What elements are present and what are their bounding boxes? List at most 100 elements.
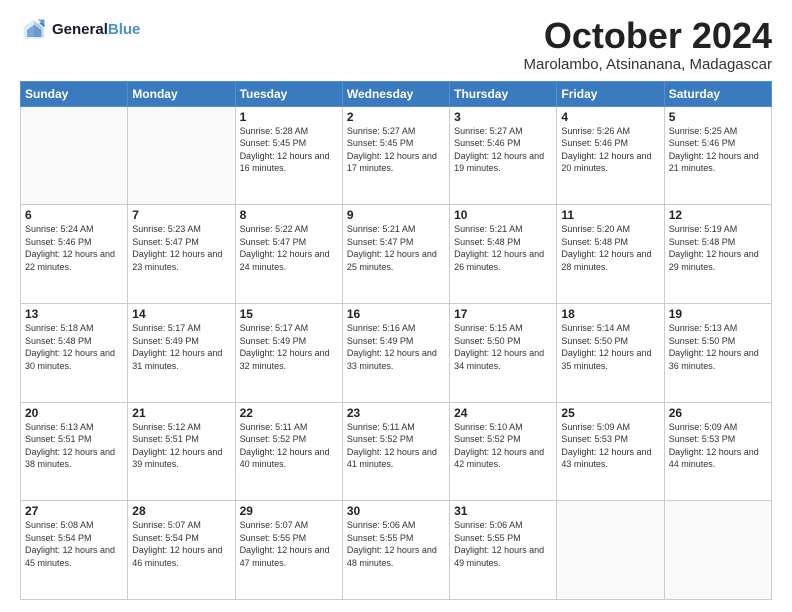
col-sunday: Sunday bbox=[21, 81, 128, 106]
day-number: 4 bbox=[561, 110, 659, 124]
table-row: 25Sunrise: 5:09 AMSunset: 5:53 PMDayligh… bbox=[557, 402, 664, 501]
day-number: 23 bbox=[347, 406, 445, 420]
day-info: Sunrise: 5:19 AMSunset: 5:48 PMDaylight:… bbox=[669, 223, 767, 273]
day-info: Sunrise: 5:08 AMSunset: 5:54 PMDaylight:… bbox=[25, 519, 123, 569]
day-number: 22 bbox=[240, 406, 338, 420]
day-info: Sunrise: 5:18 AMSunset: 5:48 PMDaylight:… bbox=[25, 322, 123, 372]
table-row bbox=[128, 106, 235, 205]
table-row: 11Sunrise: 5:20 AMSunset: 5:48 PMDayligh… bbox=[557, 205, 664, 304]
day-number: 21 bbox=[132, 406, 230, 420]
col-friday: Friday bbox=[557, 81, 664, 106]
table-row: 13Sunrise: 5:18 AMSunset: 5:48 PMDayligh… bbox=[21, 303, 128, 402]
day-number: 27 bbox=[25, 504, 123, 518]
table-row bbox=[664, 501, 771, 600]
table-row: 6Sunrise: 5:24 AMSunset: 5:46 PMDaylight… bbox=[21, 205, 128, 304]
day-info: Sunrise: 5:13 AMSunset: 5:51 PMDaylight:… bbox=[25, 421, 123, 471]
col-thursday: Thursday bbox=[450, 81, 557, 106]
location-title: Marolambo, Atsinanana, Madagascar bbox=[524, 56, 772, 73]
table-row: 22Sunrise: 5:11 AMSunset: 5:52 PMDayligh… bbox=[235, 402, 342, 501]
logo: GeneralBlue bbox=[20, 16, 140, 44]
day-info: Sunrise: 5:13 AMSunset: 5:50 PMDaylight:… bbox=[669, 322, 767, 372]
table-row: 24Sunrise: 5:10 AMSunset: 5:52 PMDayligh… bbox=[450, 402, 557, 501]
col-saturday: Saturday bbox=[664, 81, 771, 106]
day-number: 31 bbox=[454, 504, 552, 518]
day-info: Sunrise: 5:09 AMSunset: 5:53 PMDaylight:… bbox=[669, 421, 767, 471]
day-number: 15 bbox=[240, 307, 338, 321]
table-row: 3Sunrise: 5:27 AMSunset: 5:46 PMDaylight… bbox=[450, 106, 557, 205]
day-info: Sunrise: 5:24 AMSunset: 5:46 PMDaylight:… bbox=[25, 223, 123, 273]
day-info: Sunrise: 5:07 AMSunset: 5:55 PMDaylight:… bbox=[240, 519, 338, 569]
day-number: 20 bbox=[25, 406, 123, 420]
day-info: Sunrise: 5:12 AMSunset: 5:51 PMDaylight:… bbox=[132, 421, 230, 471]
calendar-header-row: Sunday Monday Tuesday Wednesday Thursday… bbox=[21, 81, 772, 106]
table-row: 4Sunrise: 5:26 AMSunset: 5:46 PMDaylight… bbox=[557, 106, 664, 205]
table-row: 2Sunrise: 5:27 AMSunset: 5:45 PMDaylight… bbox=[342, 106, 449, 205]
col-monday: Monday bbox=[128, 81, 235, 106]
day-number: 19 bbox=[669, 307, 767, 321]
table-row bbox=[21, 106, 128, 205]
day-number: 7 bbox=[132, 208, 230, 222]
table-row: 19Sunrise: 5:13 AMSunset: 5:50 PMDayligh… bbox=[664, 303, 771, 402]
day-info: Sunrise: 5:22 AMSunset: 5:47 PMDaylight:… bbox=[240, 223, 338, 273]
calendar-table: Sunday Monday Tuesday Wednesday Thursday… bbox=[20, 81, 772, 600]
table-row: 27Sunrise: 5:08 AMSunset: 5:54 PMDayligh… bbox=[21, 501, 128, 600]
calendar-week-row: 27Sunrise: 5:08 AMSunset: 5:54 PMDayligh… bbox=[21, 501, 772, 600]
day-number: 14 bbox=[132, 307, 230, 321]
header: GeneralBlue October 2024 Marolambo, Atsi… bbox=[20, 16, 772, 73]
logo-icon bbox=[20, 16, 48, 44]
table-row: 30Sunrise: 5:06 AMSunset: 5:55 PMDayligh… bbox=[342, 501, 449, 600]
day-number: 10 bbox=[454, 208, 552, 222]
table-row: 18Sunrise: 5:14 AMSunset: 5:50 PMDayligh… bbox=[557, 303, 664, 402]
day-info: Sunrise: 5:14 AMSunset: 5:50 PMDaylight:… bbox=[561, 322, 659, 372]
day-info: Sunrise: 5:23 AMSunset: 5:47 PMDaylight:… bbox=[132, 223, 230, 273]
day-number: 6 bbox=[25, 208, 123, 222]
day-number: 12 bbox=[669, 208, 767, 222]
day-info: Sunrise: 5:25 AMSunset: 5:46 PMDaylight:… bbox=[669, 125, 767, 175]
calendar-week-row: 6Sunrise: 5:24 AMSunset: 5:46 PMDaylight… bbox=[21, 205, 772, 304]
day-number: 29 bbox=[240, 504, 338, 518]
calendar-week-row: 13Sunrise: 5:18 AMSunset: 5:48 PMDayligh… bbox=[21, 303, 772, 402]
day-number: 26 bbox=[669, 406, 767, 420]
day-info: Sunrise: 5:07 AMSunset: 5:54 PMDaylight:… bbox=[132, 519, 230, 569]
table-row: 1Sunrise: 5:28 AMSunset: 5:45 PMDaylight… bbox=[235, 106, 342, 205]
table-row: 12Sunrise: 5:19 AMSunset: 5:48 PMDayligh… bbox=[664, 205, 771, 304]
day-number: 28 bbox=[132, 504, 230, 518]
day-number: 18 bbox=[561, 307, 659, 321]
day-number: 16 bbox=[347, 307, 445, 321]
table-row: 26Sunrise: 5:09 AMSunset: 5:53 PMDayligh… bbox=[664, 402, 771, 501]
title-block: October 2024 Marolambo, Atsinanana, Mada… bbox=[524, 16, 772, 73]
day-number: 25 bbox=[561, 406, 659, 420]
day-number: 11 bbox=[561, 208, 659, 222]
table-row: 20Sunrise: 5:13 AMSunset: 5:51 PMDayligh… bbox=[21, 402, 128, 501]
day-number: 24 bbox=[454, 406, 552, 420]
month-title: October 2024 bbox=[524, 16, 772, 56]
day-info: Sunrise: 5:11 AMSunset: 5:52 PMDaylight:… bbox=[347, 421, 445, 471]
table-row: 29Sunrise: 5:07 AMSunset: 5:55 PMDayligh… bbox=[235, 501, 342, 600]
day-number: 8 bbox=[240, 208, 338, 222]
day-number: 1 bbox=[240, 110, 338, 124]
col-tuesday: Tuesday bbox=[235, 81, 342, 106]
logo-text: GeneralBlue bbox=[52, 22, 140, 39]
day-info: Sunrise: 5:21 AMSunset: 5:47 PMDaylight:… bbox=[347, 223, 445, 273]
day-info: Sunrise: 5:16 AMSunset: 5:49 PMDaylight:… bbox=[347, 322, 445, 372]
day-number: 9 bbox=[347, 208, 445, 222]
day-info: Sunrise: 5:28 AMSunset: 5:45 PMDaylight:… bbox=[240, 125, 338, 175]
calendar-week-row: 1Sunrise: 5:28 AMSunset: 5:45 PMDaylight… bbox=[21, 106, 772, 205]
day-number: 3 bbox=[454, 110, 552, 124]
calendar-week-row: 20Sunrise: 5:13 AMSunset: 5:51 PMDayligh… bbox=[21, 402, 772, 501]
table-row: 9Sunrise: 5:21 AMSunset: 5:47 PMDaylight… bbox=[342, 205, 449, 304]
table-row bbox=[557, 501, 664, 600]
day-info: Sunrise: 5:15 AMSunset: 5:50 PMDaylight:… bbox=[454, 322, 552, 372]
day-info: Sunrise: 5:21 AMSunset: 5:48 PMDaylight:… bbox=[454, 223, 552, 273]
day-info: Sunrise: 5:11 AMSunset: 5:52 PMDaylight:… bbox=[240, 421, 338, 471]
day-info: Sunrise: 5:10 AMSunset: 5:52 PMDaylight:… bbox=[454, 421, 552, 471]
day-info: Sunrise: 5:26 AMSunset: 5:46 PMDaylight:… bbox=[561, 125, 659, 175]
day-info: Sunrise: 5:27 AMSunset: 5:45 PMDaylight:… bbox=[347, 125, 445, 175]
table-row: 14Sunrise: 5:17 AMSunset: 5:49 PMDayligh… bbox=[128, 303, 235, 402]
table-row: 7Sunrise: 5:23 AMSunset: 5:47 PMDaylight… bbox=[128, 205, 235, 304]
day-info: Sunrise: 5:17 AMSunset: 5:49 PMDaylight:… bbox=[132, 322, 230, 372]
page: GeneralBlue October 2024 Marolambo, Atsi… bbox=[0, 0, 792, 612]
day-number: 17 bbox=[454, 307, 552, 321]
table-row: 23Sunrise: 5:11 AMSunset: 5:52 PMDayligh… bbox=[342, 402, 449, 501]
table-row: 15Sunrise: 5:17 AMSunset: 5:49 PMDayligh… bbox=[235, 303, 342, 402]
